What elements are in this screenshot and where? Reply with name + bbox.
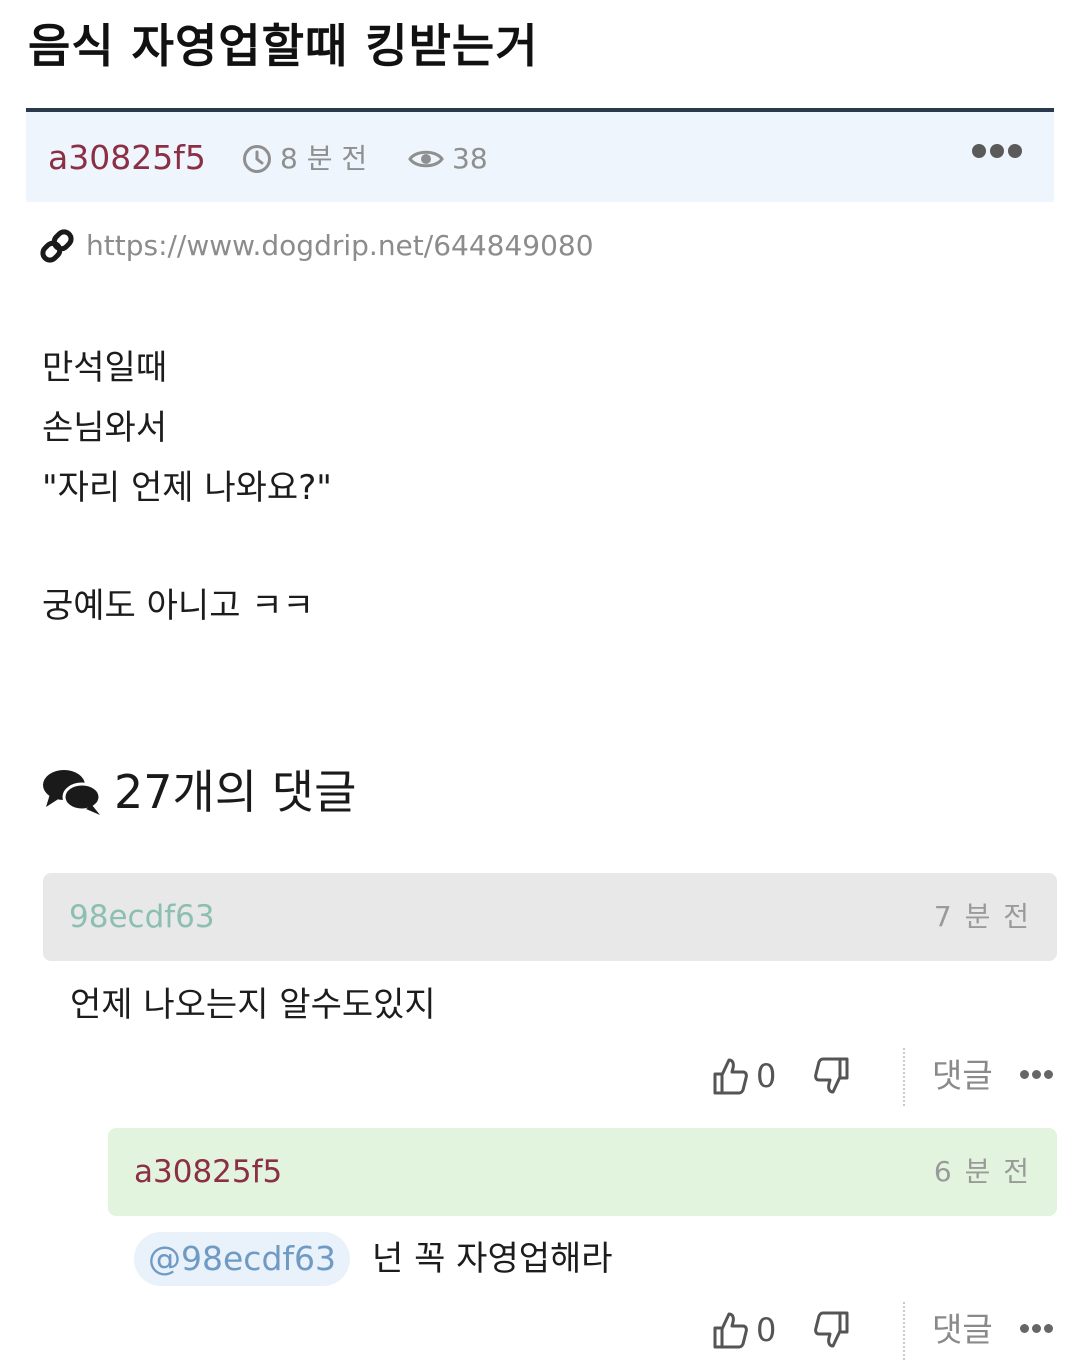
post-body-line: 만석일때 (42, 348, 168, 388)
reply-text: 넌 꼭 자영업해라 (372, 1239, 613, 1279)
clock-icon (243, 145, 271, 173)
thumbs-up-icon (713, 1312, 748, 1349)
comment-more-icon[interactable] (1020, 1070, 1053, 1079)
reply-header: a30825f5 6 분 전 (108, 1128, 1057, 1216)
reply-author[interactable]: a30825f5 (134, 1150, 282, 1194)
like-button[interactable]: 0 (712, 1310, 776, 1350)
post-author[interactable]: a30825f5 (48, 138, 206, 178)
reply-time: 6 분 전 (933, 1155, 1031, 1188)
post-views-count: 38 (452, 142, 488, 175)
comment-time: 7 분 전 (933, 900, 1031, 933)
mention-tag[interactable]: @98ecdf63 (134, 1232, 350, 1286)
comments-header: 27개의 댓글 (42, 762, 356, 822)
eye-icon (408, 150, 444, 168)
link-icon (40, 229, 74, 263)
like-button[interactable]: 0 (712, 1056, 776, 1096)
like-count: 0 (756, 1311, 777, 1349)
thumbs-down-icon (814, 1057, 849, 1094)
comments-icon (43, 770, 102, 815)
comment-actions: 0 댓글 (712, 1048, 1062, 1108)
dislike-button[interactable] (814, 1056, 850, 1100)
post-title: 음식 자영업할때 킹받는거 (28, 19, 539, 73)
action-divider (903, 1048, 905, 1106)
post-body-line: "자리 언제 나와요?" (42, 468, 332, 508)
post-more-icon[interactable] (972, 144, 1022, 158)
post-time: 8 분 전 (242, 140, 367, 178)
dislike-button[interactable] (814, 1310, 850, 1354)
post-body-line: 손님와서 (42, 408, 168, 448)
comment-more-icon[interactable] (1020, 1324, 1053, 1333)
post-views: 38 (408, 140, 488, 178)
comment-author[interactable]: 98ecdf63 (69, 895, 215, 939)
reply-button[interactable]: 댓글 (932, 1054, 993, 1098)
reply-button[interactable]: 댓글 (932, 1308, 993, 1352)
like-count: 0 (756, 1057, 777, 1095)
comment-text: 언제 나오는지 알수도있지 (70, 985, 436, 1025)
post-body-line: 궁예도 아니고 ㅋㅋ (42, 586, 314, 626)
thumbs-down-icon (814, 1311, 849, 1348)
post-meta-bar: a30825f5 8 분 전 38 (26, 112, 1054, 202)
thumbs-up-icon (713, 1058, 748, 1095)
comment-header: 98ecdf63 7 분 전 (43, 873, 1057, 961)
reply-actions: 0 댓글 (712, 1302, 1062, 1362)
post-link[interactable]: https://www.dogdrip.net/644849080 (38, 226, 594, 266)
post-url[interactable]: https://www.dogdrip.net/644849080 (86, 226, 594, 266)
post-time-text: 8 분 전 (280, 142, 368, 175)
action-divider (903, 1302, 905, 1360)
comments-count-title: 27개의 댓글 (114, 765, 357, 819)
